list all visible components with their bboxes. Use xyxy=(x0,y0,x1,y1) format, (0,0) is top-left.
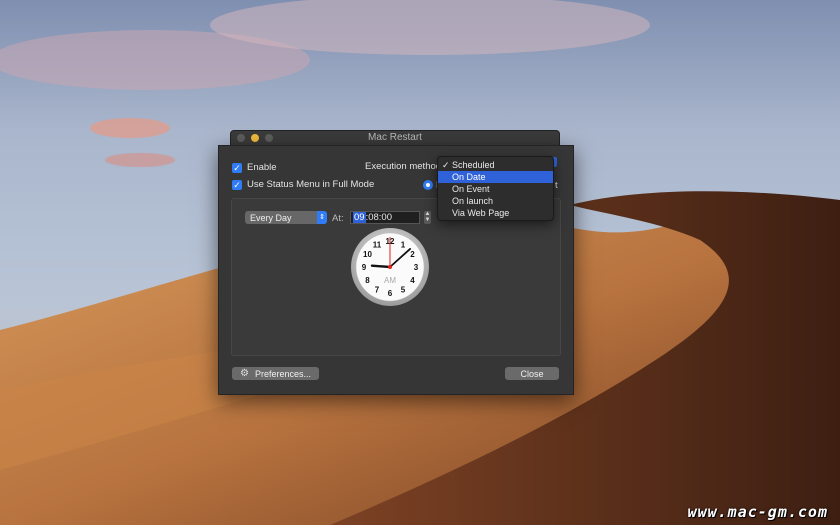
gear-icon: ⚙ xyxy=(240,368,249,379)
checkmark-icon: ✓ xyxy=(442,160,450,170)
clock-number: 4 xyxy=(410,276,415,285)
preferences-button-label: Preferences... xyxy=(254,368,311,379)
menu-item[interactable]: ✓ Scheduled xyxy=(438,159,553,171)
close-button-label: Close xyxy=(520,368,544,379)
clock-number: 9 xyxy=(362,263,367,272)
at-label: At: xyxy=(332,213,344,224)
enable-checkbox[interactable]: ✓ xyxy=(232,162,242,173)
time-hour-segment[interactable]: 09 xyxy=(353,212,366,223)
execution-method-menu[interactable]: ✓ Scheduled On Date On Event On launch Via We… xyxy=(437,156,554,221)
time-stepper[interactable]: ▲ ▼ xyxy=(424,211,431,224)
clock-number: 6 xyxy=(388,289,393,298)
execution-radio-button[interactable] xyxy=(423,180,433,190)
repeat-select[interactable]: Every Day ⇕ xyxy=(245,211,327,224)
clock-hour-hand xyxy=(370,264,392,269)
status-menu-checkbox[interactable]: ✓ xyxy=(232,179,242,190)
clock-center-pin xyxy=(388,265,392,269)
menu-item-label: Scheduled xyxy=(452,160,495,170)
status-menu-label: Use Status Menu in Full Mode xyxy=(247,179,375,190)
radio-label-fragment-right: t xyxy=(555,180,558,191)
menu-item-label: On Date xyxy=(452,172,486,182)
time-input[interactable]: 09 :08:00 xyxy=(350,211,420,224)
clock-number: 3 xyxy=(414,263,419,272)
chevron-updown-icon: ⇕ xyxy=(317,211,327,224)
clock-number: 8 xyxy=(365,276,370,285)
menu-item[interactable]: On Event xyxy=(438,183,553,195)
menu-item-label: On Event xyxy=(452,184,490,194)
clock-number: 1 xyxy=(401,241,406,250)
menu-item[interactable]: On launch xyxy=(438,195,553,207)
preferences-button[interactable]: ⚙ Preferences... xyxy=(232,367,319,380)
clock-ampm: AM xyxy=(384,276,396,285)
menu-item[interactable]: On Date xyxy=(438,171,553,183)
clock-number: 11 xyxy=(373,241,382,250)
watermark-text: www.mac-gm.com xyxy=(687,503,828,521)
clock-number: 2 xyxy=(410,250,415,259)
schedule-group-box: Every Day ⇕ At: 09 :08:00 ▲ ▼ 12 1 2 3 4 5 6 7 8 9… xyxy=(231,198,561,356)
menu-item-label: Via Web Page xyxy=(452,208,510,218)
window-title: Mac Restart xyxy=(368,132,422,143)
execution-method-label: Execution method: xyxy=(365,161,444,172)
clock-number: 5 xyxy=(401,286,406,295)
analog-clock: 12 1234567891011 AM xyxy=(351,228,429,306)
clock-number: 7 xyxy=(375,286,380,295)
repeat-select-value: Every Day xyxy=(250,212,292,223)
menu-item[interactable]: Via Web Page xyxy=(438,207,553,219)
menu-item-label: On launch xyxy=(452,196,494,206)
status-menu-checkbox-row[interactable]: ✓ Use Status Menu in Full Mode xyxy=(232,179,374,190)
enable-label: Enable xyxy=(247,162,277,173)
time-rest-segment[interactable]: :08:00 xyxy=(366,212,392,223)
close-button[interactable]: Close xyxy=(505,367,559,380)
enable-checkbox-row[interactable]: ✓ Enable xyxy=(232,162,277,173)
clock-number: 10 xyxy=(363,250,372,259)
execution-method-row: Execution method: xyxy=(365,161,444,172)
